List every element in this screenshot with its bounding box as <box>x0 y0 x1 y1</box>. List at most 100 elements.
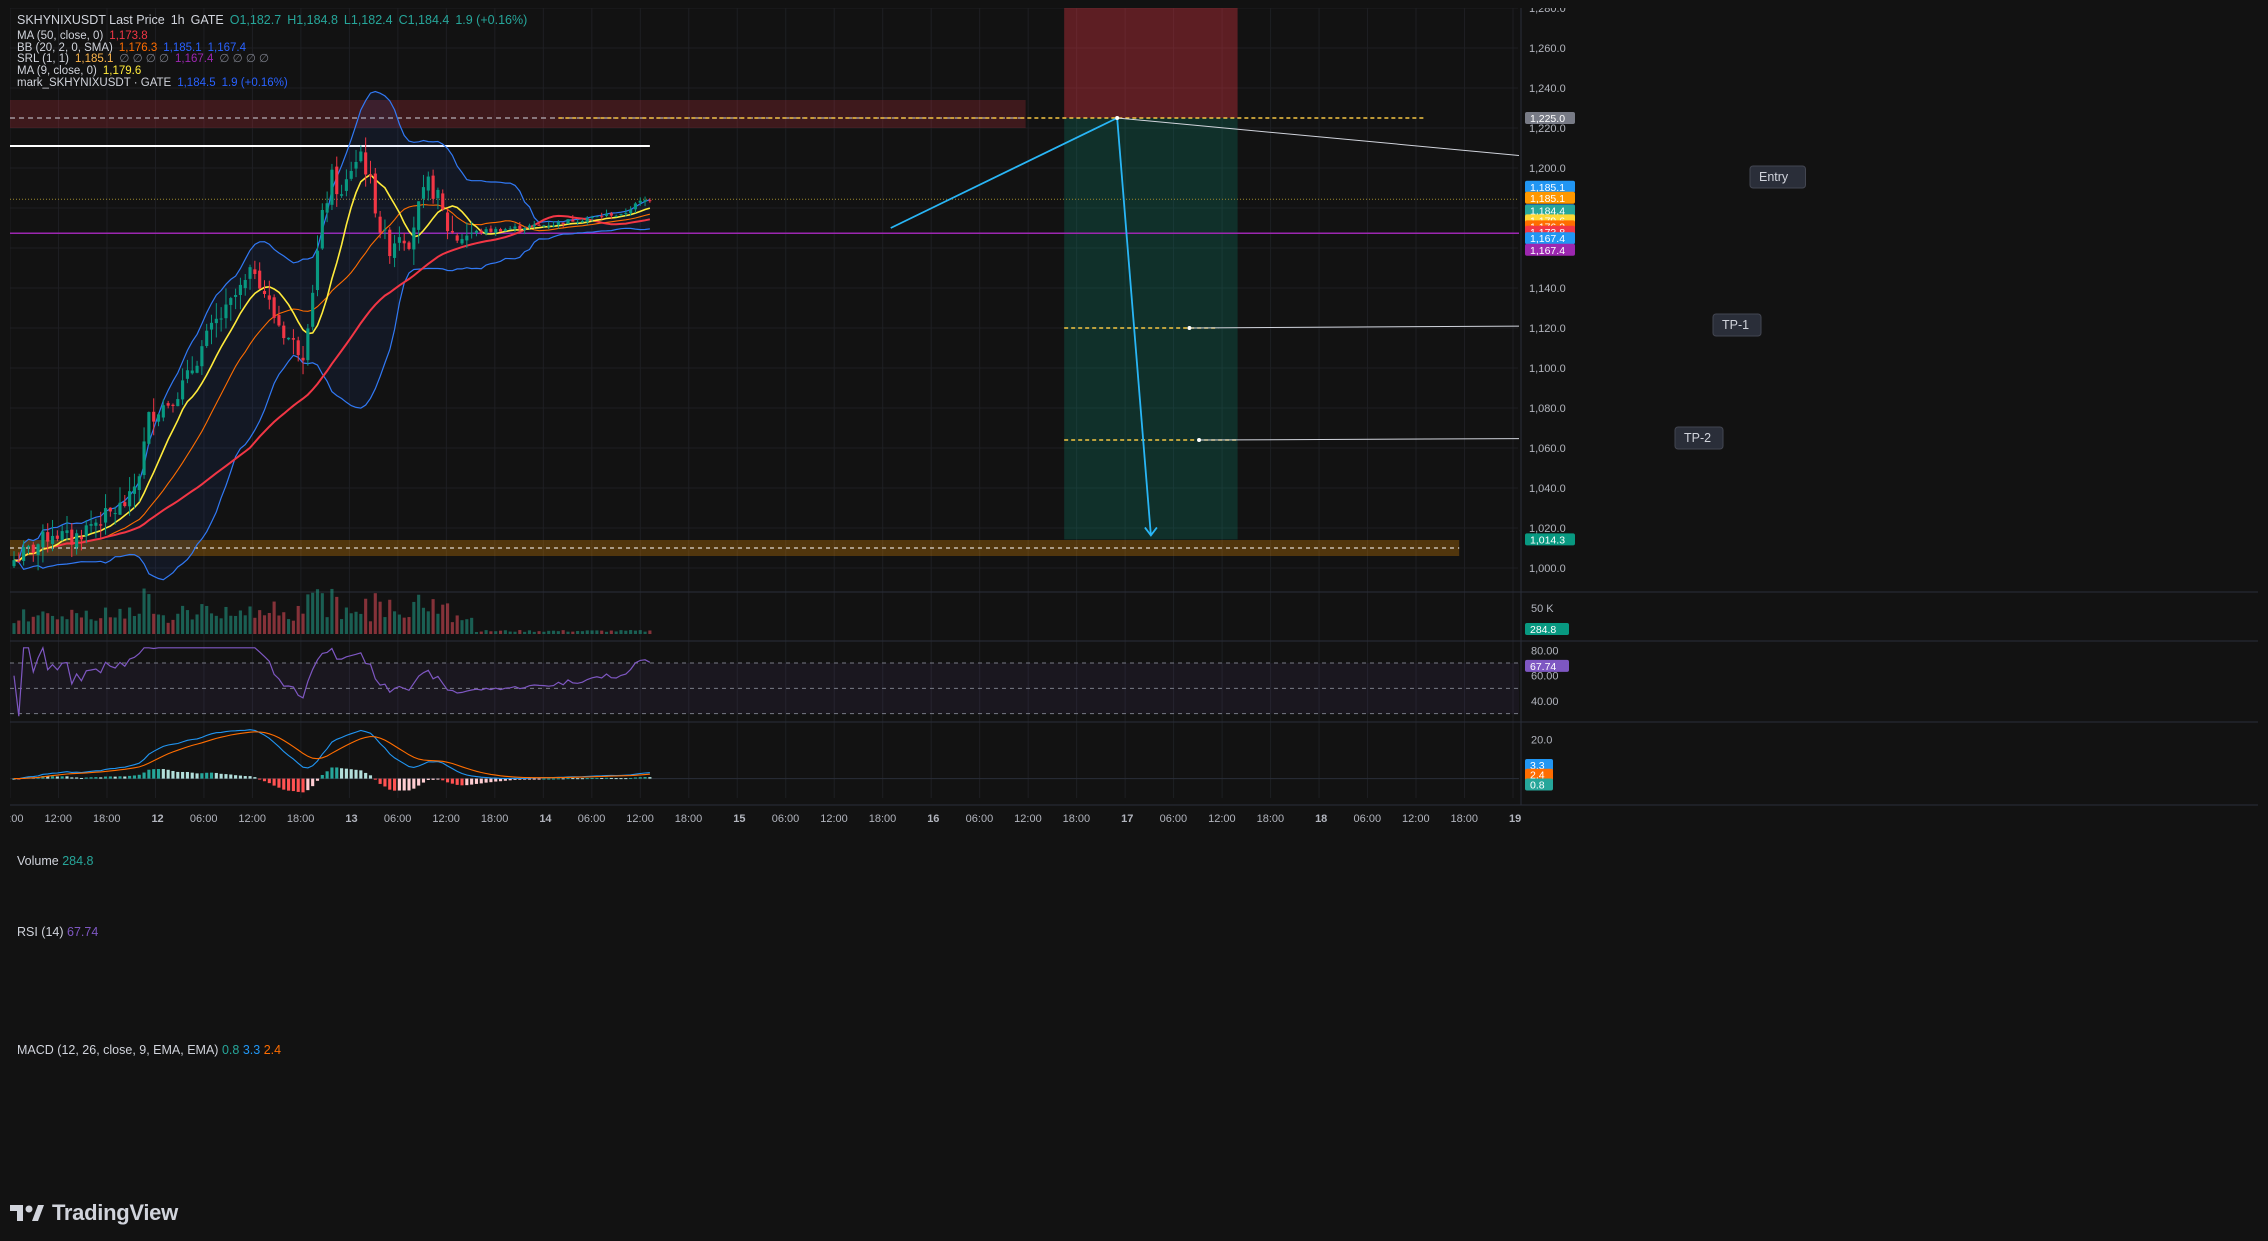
macd-histogram-bar <box>147 769 151 779</box>
candle-body <box>219 318 223 320</box>
macd-histogram-bar <box>484 778 488 783</box>
x-tick-label: 12:00 <box>1208 813 1236 825</box>
candle-body <box>638 200 642 203</box>
candle-body <box>494 228 498 233</box>
rsi-legend[interactable]: RSI (14) 67.74 <box>17 925 98 939</box>
volume-bar <box>22 609 26 634</box>
candle-body <box>55 535 59 539</box>
candle-body <box>600 216 604 218</box>
y-tick-label: 1,040.0 <box>1529 483 1566 495</box>
x-tick-label: 12:00 <box>432 813 460 825</box>
tradingview-brand[interactable]: TradingView <box>52 1200 178 1226</box>
volume-bar <box>633 630 637 634</box>
y-tick-label: 1,280.0 <box>1529 8 1566 15</box>
macd-histogram-bar <box>619 778 623 780</box>
volume-bar <box>503 630 507 634</box>
macd-histogram-bar <box>474 778 479 784</box>
macd-histogram-bar <box>397 778 401 791</box>
candle-body <box>128 491 132 507</box>
candle-body <box>359 151 363 162</box>
volume-bar <box>209 613 214 634</box>
macd-histogram-bar <box>330 767 334 779</box>
volume-bar <box>542 631 546 634</box>
rsi-axis-label: 40.00 <box>1531 696 1559 708</box>
volume-bar <box>161 615 165 634</box>
indicator-value: 1,167.4 <box>175 53 214 66</box>
x-tick-label: 18:00 <box>93 813 121 825</box>
volume-bar <box>426 611 430 634</box>
x-tick-label: 12:00 <box>1402 813 1430 825</box>
candle-body <box>590 217 594 219</box>
macd-histogram-bar <box>638 777 642 779</box>
candle-body <box>393 243 397 258</box>
macd-badge-label: 0.8 <box>1530 779 1545 791</box>
volume-bar <box>17 620 21 634</box>
candle-body <box>306 328 310 361</box>
candle-body <box>156 414 161 422</box>
chart-canvas[interactable]: 1,000.0 1,020.0 1,040.0 1,060.0 1,080.0 1,100… <box>10 8 2258 1192</box>
macd-histogram-bar <box>108 776 112 779</box>
candle-body <box>330 169 334 205</box>
macd-histogram-bar <box>262 778 267 782</box>
candle-body <box>402 240 406 244</box>
candle-body <box>214 318 218 324</box>
macd-histogram-bar <box>152 769 156 779</box>
candle-body <box>277 315 281 326</box>
candle-body <box>547 225 551 227</box>
legend-open: O1,182.7 <box>229 13 282 27</box>
volume-bar <box>166 622 170 634</box>
candle-body <box>195 365 199 373</box>
macd-histogram-bar <box>595 777 599 779</box>
volume-bar <box>436 613 440 634</box>
candle-body <box>99 524 103 526</box>
chart-frame: 1,000.0 1,020.0 1,040.0 1,060.0 1,080.0 1,100… <box>0 0 2268 1241</box>
volume-bar <box>359 613 363 634</box>
volume-bar <box>407 617 411 634</box>
macd-histogram-bar <box>267 778 271 784</box>
volume-bar <box>219 618 223 634</box>
candle-body <box>113 513 117 515</box>
x-tick-label: 06:00 <box>966 813 994 825</box>
resistance-zone <box>10 100 1026 128</box>
volume-bar <box>335 596 339 634</box>
macd-histogram-bar <box>383 778 387 787</box>
macd-histogram-bar <box>181 771 185 779</box>
macd-histogram-bar <box>234 775 238 779</box>
volume-bar <box>460 620 464 634</box>
macd-histogram-bar <box>238 775 242 779</box>
x-tick-label: 18:00 <box>1257 813 1285 825</box>
legend-symbol[interactable]: SKHYNIXUSDT Last Price <box>17 13 165 27</box>
x-tick-label: 13 <box>345 813 357 825</box>
macd-histogram-bar <box>224 774 228 779</box>
candle-body <box>344 179 348 191</box>
legend-close: C1,184.4 <box>398 13 450 27</box>
candle-body <box>248 267 252 279</box>
volume-badge-label: 284.8 <box>1530 624 1556 636</box>
x-tick-label: 12 <box>151 813 163 825</box>
volume-bar <box>344 607 348 634</box>
candle-body <box>340 194 344 196</box>
volume-bar <box>523 631 527 634</box>
volume-legend[interactable]: Volume 284.8 <box>17 854 93 868</box>
candle-body <box>137 476 141 490</box>
volume-bar <box>576 630 580 634</box>
volume-bar <box>532 631 536 634</box>
main-legend[interactable]: SKHYNIXUSDT Last Price 1h GATE O1,182.7 H1,1… <box>17 12 533 28</box>
candle-body <box>301 357 305 361</box>
macd-histogram-bar <box>498 778 503 782</box>
x-tick-label: 12:00 <box>1014 813 1042 825</box>
tradingview-footer[interactable]: TradingView <box>10 1196 178 1230</box>
macd-axis-label: 20.0 <box>1531 735 1552 747</box>
volume-bar <box>311 592 315 634</box>
macd-legend[interactable]: MACD (12, 26, close, 9, EMA, EMA) 0.8 3.… <box>17 1043 281 1057</box>
candle-body <box>354 161 358 169</box>
indicator-value: 1.9 (+0.16%) <box>221 76 288 89</box>
candle-body <box>479 230 483 233</box>
indicator-legend-row[interactable]: mark_SKHYNIXUSDT · GATE 1,184.5 1.9 (+0.16… <box>17 75 294 91</box>
candle-body <box>335 166 339 195</box>
volume-bar <box>455 615 459 634</box>
macd-histogram-bar <box>205 772 209 779</box>
candle-body <box>619 213 623 215</box>
candle-body <box>614 215 618 217</box>
volume-bar <box>282 612 286 634</box>
